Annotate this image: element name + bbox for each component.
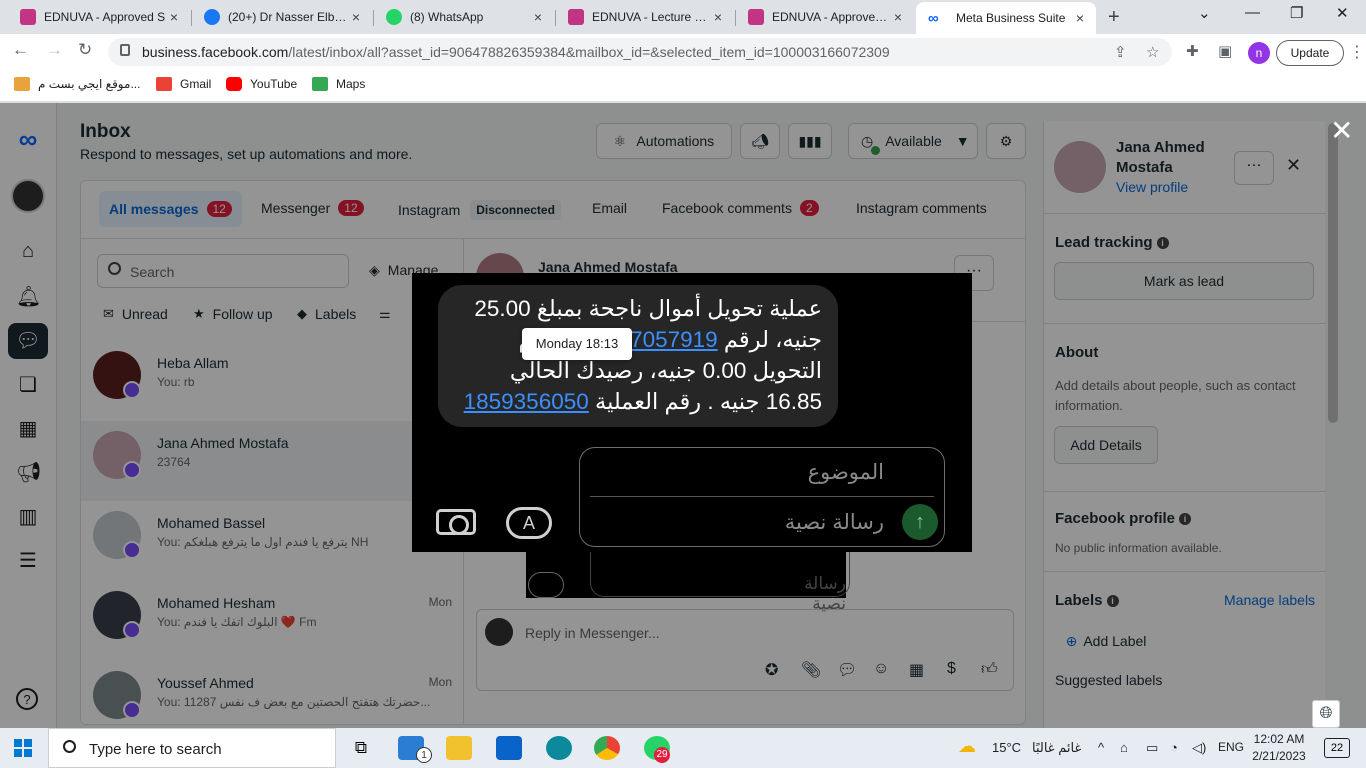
ednuva-favicon-icon — [568, 9, 584, 25]
bookmark-gmail[interactable]: Gmail — [156, 77, 211, 91]
divider — [590, 496, 934, 497]
url-text: business.facebook.com/latest/inbox/all?a… — [142, 44, 890, 60]
close-window-icon[interactable]: ✕ — [1336, 4, 1349, 22]
transaction-link[interactable]: 1859356050 — [464, 389, 589, 414]
outlook-icon[interactable] — [496, 736, 522, 760]
close-tab-icon[interactable]: × — [890, 9, 906, 25]
restore-icon[interactable]: ❐ — [1290, 4, 1303, 22]
show-hidden-icons-icon[interactable]: ^ — [1098, 740, 1104, 755]
task-view-icon[interactable]: ⧉ — [348, 736, 374, 760]
app-store-icon — [528, 572, 564, 598]
message-placeholder: رسالة نصية — [784, 511, 884, 534]
ednuva-favicon-icon — [20, 9, 36, 25]
image-viewer: عملية تحويل أموال ناجحة بمبلغ 25.00 جنيه… — [412, 273, 972, 552]
bookmark-youtube[interactable]: YouTube — [226, 77, 297, 91]
close-tab-icon[interactable]: × — [1072, 10, 1088, 26]
new-tab-icon[interactable]: + — [1108, 6, 1120, 29]
facebook-favicon-icon — [204, 9, 220, 25]
input-language[interactable]: ENG — [1218, 740, 1244, 754]
meta-favicon-icon: ∞ — [928, 10, 939, 27]
back-icon[interactable]: ← — [12, 40, 29, 60]
gmail-icon — [156, 77, 172, 91]
windows-taskbar: Type here to search ⧉ 1 29 ☁ 15°C غائم غ… — [0, 728, 1366, 768]
profile-avatar[interactable]: n — [1248, 42, 1270, 64]
lock-icon — [120, 44, 130, 56]
egybest-icon — [14, 77, 30, 91]
camera-icon — [436, 509, 476, 535]
weather-text[interactable]: غائم غالبًا — [1032, 740, 1081, 756]
maps-icon — [312, 77, 328, 91]
taskbar-search-input[interactable]: Type here to search — [48, 728, 336, 768]
close-tab-icon[interactable]: × — [530, 9, 546, 25]
weather-temp[interactable]: 15°C — [992, 740, 1021, 755]
minimize-icon[interactable]: — — [1245, 4, 1260, 21]
browser-tab[interactable]: EDNUVA - Approved S × — [8, 4, 190, 30]
browser-tab[interactable]: EDNUVA - Approved S × — [736, 4, 914, 30]
close-tab-icon[interactable]: × — [710, 9, 726, 25]
whatsapp-favicon-icon — [386, 9, 402, 25]
notification-center-icon[interactable]: 22 — [1324, 738, 1350, 758]
reload-icon[interactable]: ↻ — [78, 40, 92, 60]
browser-toolbar: ← → ↻ business.facebook.com/latest/inbox… — [0, 34, 1366, 70]
address-bar[interactable]: business.facebook.com/latest/inbox/all?a… — [108, 38, 1172, 66]
tab-search-icon[interactable]: ⌄ — [1198, 4, 1211, 22]
sms-text: عملية تحويل أموال ناجحة بمبلغ 25.00 جنيه… — [463, 296, 822, 414]
browser-tab-strip: EDNUVA - Approved S × (20+) Dr Nasser El… — [0, 0, 1366, 34]
browser-tab-active[interactable]: ∞ Meta Business Suite × — [916, 2, 1096, 34]
browser-tab[interactable]: (8) WhatsApp × — [374, 4, 554, 30]
chrome-icon[interactable] — [594, 736, 620, 760]
bookmark-star-icon[interactable]: ☆ — [1146, 43, 1159, 61]
extensions-icon[interactable]: ✚ — [1186, 42, 1199, 60]
youtube-icon — [226, 77, 242, 91]
bookmarks-bar: موقع ايجي بست م... Gmail YouTube Maps — [0, 70, 1366, 102]
close-tab-icon[interactable]: × — [166, 9, 182, 25]
globe-icon[interactable]: 🌐︎ — [1312, 700, 1340, 728]
bookmark-egybest[interactable]: موقع ايجي بست م... — [14, 77, 140, 91]
windows-start-icon[interactable] — [14, 739, 32, 757]
app-store-icon: A — [506, 507, 552, 539]
system-clock[interactable]: 12:02 AM 2/21/2023 — [1248, 731, 1310, 765]
sms-compose-box: الموضوع رسالة نصية ↑ — [579, 447, 945, 547]
share-icon[interactable]: ⇪ — [1114, 43, 1127, 61]
volume-icon[interactable]: ◁) — [1192, 740, 1206, 756]
battery-icon[interactable]: ▭ — [1146, 740, 1158, 756]
update-button[interactable]: Update — [1276, 40, 1344, 66]
close-tab-icon[interactable]: × — [348, 9, 364, 25]
timestamp-tooltip: Monday 18:13 — [522, 328, 632, 360]
edge-icon[interactable] — [546, 736, 572, 760]
file-explorer-icon[interactable] — [446, 736, 472, 760]
network-device-icon[interactable]: ⌂ — [1120, 740, 1128, 755]
side-panel-icon[interactable]: ▣ — [1218, 42, 1232, 60]
browser-menu-icon[interactable]: ⋮ — [1349, 42, 1365, 62]
subject-placeholder: الموضوع — [807, 461, 884, 484]
bookmark-maps[interactable]: Maps — [312, 77, 365, 91]
ednuva-favicon-icon — [748, 9, 764, 25]
close-viewer-icon[interactable]: ✕ — [1330, 117, 1353, 145]
weather-icon[interactable]: ☁ — [958, 736, 976, 757]
browser-tab[interactable]: (20+) Dr Nasser Elbata × — [192, 4, 372, 30]
image-thumbnail-lower: رسالة نصية — [526, 551, 850, 613]
whatsapp-badge: 29 — [654, 747, 670, 763]
search-icon — [63, 740, 76, 753]
browser-tab[interactable]: EDNUVA - Lecture Exe × — [556, 4, 734, 30]
mail-badge: 1 — [416, 747, 432, 763]
send-arrow-icon: ↑ — [902, 504, 938, 540]
wifi-icon[interactable]: ◔ — [1170, 740, 1178, 755]
forward-icon[interactable]: → — [46, 40, 63, 60]
